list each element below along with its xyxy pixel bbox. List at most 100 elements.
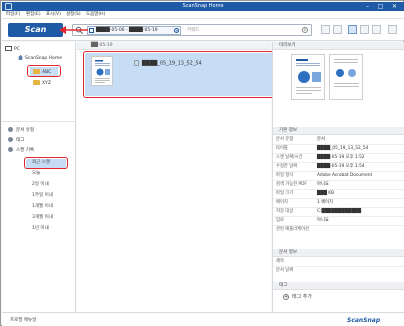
tag-icon xyxy=(8,137,13,142)
divider xyxy=(273,153,404,154)
preview-image-2 xyxy=(334,59,359,87)
history-item[interactable]: 3개월 이내 xyxy=(32,215,53,221)
prop-label: 관련 애플리케이션 xyxy=(276,227,309,232)
section-scan-history[interactable]: 스캔 기록 xyxy=(8,147,34,154)
divider xyxy=(273,266,404,267)
divider xyxy=(2,121,76,122)
search-clear-icon[interactable]: × xyxy=(302,27,308,33)
panel-toggle-icon[interactable] xyxy=(388,25,397,34)
prop-label: 페이지 xyxy=(276,200,288,205)
preview-image xyxy=(296,59,321,94)
divider xyxy=(273,225,404,226)
menu-edit[interactable]: 편집(E) xyxy=(26,12,41,18)
tree-folder-xyz[interactable]: XYZ xyxy=(33,80,51,87)
search-placeholder: 키워드 xyxy=(187,28,200,33)
menu-help[interactable]: 도움말(H) xyxy=(86,12,105,18)
calendar-icon xyxy=(89,28,94,33)
prop-label: 스캔 날짜/시간 xyxy=(276,155,303,160)
menu-bar: 파일(F) 편집(E) 표시(V) 설정(S) 도움말(H) xyxy=(2,11,404,19)
section-tags[interactable]: 태그 xyxy=(8,137,24,144)
window-title: ScanSnap Home xyxy=(182,3,224,9)
prop-label: 수정한 날짜 xyxy=(276,164,298,169)
folder-tree-panel: PC ScanSnap Home ABC XYZ 문서 유형 태그 스캔 기록 … xyxy=(2,42,76,326)
prop-label: 문서 유형 xyxy=(276,137,294,142)
basic-info-header[interactable]: 기본 정보 xyxy=(273,127,404,135)
section-document-type[interactable]: 문서 유형 xyxy=(8,127,34,134)
app-window: ScanSnap Home – □ ✕ 파일(F) 편집(E) 표시(V) 설정… xyxy=(0,0,404,326)
toolbar-action-icon-2[interactable] xyxy=(333,25,342,34)
divider xyxy=(273,216,404,217)
maximize-button[interactable]: □ xyxy=(375,2,386,11)
prop-label: 제목 xyxy=(276,259,284,264)
history-item[interactable]: 오늘 xyxy=(32,171,40,177)
computer-icon xyxy=(5,46,12,51)
history-icon xyxy=(8,147,13,152)
callout-box-folder xyxy=(27,65,61,77)
menu-file[interactable]: 파일(F) xyxy=(6,12,20,18)
detail-view-icon[interactable] xyxy=(372,25,381,34)
divider xyxy=(273,162,404,163)
divider xyxy=(273,189,404,190)
prop-label: 검색 가능한 PDF xyxy=(276,182,307,187)
prop-label: 문서 날짜 xyxy=(276,268,294,273)
close-button[interactable]: ✕ xyxy=(389,2,400,11)
status-bar: 프로필 매뉴얼 xyxy=(2,312,404,326)
preview-page-1[interactable] xyxy=(291,54,325,100)
scan-button[interactable]: Scan xyxy=(8,23,63,37)
profile-manual-link[interactable]: 프로필 매뉴얼 xyxy=(10,317,36,323)
divider xyxy=(273,198,404,199)
prop-value: ███ KB xyxy=(317,191,335,196)
prop-label: 파일 형식 xyxy=(276,173,294,178)
tag-header[interactable]: 태그 xyxy=(273,282,404,290)
divider xyxy=(273,207,404,208)
tree-pc[interactable]: PC xyxy=(5,46,20,53)
date-clear-icon[interactable]: × xyxy=(174,28,179,33)
preview-page-2[interactable] xyxy=(329,54,363,100)
history-item[interactable]: 1개월 이내 xyxy=(32,204,53,210)
list-view-icon[interactable] xyxy=(348,25,357,34)
prop-value: 아니요 xyxy=(317,218,329,223)
tree-scansnap-home[interactable]: ScanSnap Home xyxy=(18,55,62,62)
divider xyxy=(273,171,404,172)
grid-view-icon[interactable] xyxy=(360,25,369,34)
toolbar-action-icon[interactable] xyxy=(321,25,330,34)
prop-label: 저장 대상 xyxy=(276,209,294,214)
prop-value: ████-05-19 오후 1:54 xyxy=(317,164,365,169)
doc-info-header[interactable]: 문서 정보 xyxy=(273,249,404,257)
history-item[interactable]: 1년 이내 xyxy=(32,226,49,232)
title-bar: ScanSnap Home – □ ✕ xyxy=(2,2,404,11)
history-item[interactable]: 1주일 이내 xyxy=(32,193,53,199)
add-tag-button[interactable]: + 태그 추가 xyxy=(283,293,312,300)
prop-value: ████-05-19 오후 1:52 xyxy=(317,155,365,160)
prop-value: 1 페이지 xyxy=(317,200,333,205)
callout-box-history xyxy=(24,157,68,169)
document-list-panel: ██-05-19 ████_05_19_13_52_54 xyxy=(77,42,276,326)
prop-value: Adobe Acrobat Document xyxy=(317,173,373,178)
prop-value: C:████████████ xyxy=(317,209,362,214)
callout-box-document xyxy=(83,51,276,98)
search-box[interactable]: ████-05-06 - ████-05-19 × 키워드 × xyxy=(72,24,312,36)
prop-label: 타이틀 xyxy=(276,146,288,151)
brand-logo: ScanSnap xyxy=(347,317,381,324)
prop-value: 아니요 xyxy=(317,182,329,187)
document-type-icon xyxy=(8,127,13,132)
group-date-label: ██-05-19 xyxy=(91,43,113,48)
history-item[interactable]: 2일 이내 xyxy=(32,182,49,188)
list-group-header: ██-05-19 xyxy=(77,42,271,50)
callout-arrow xyxy=(59,26,88,34)
folder-icon xyxy=(33,80,40,85)
minimize-button[interactable]: – xyxy=(362,2,373,11)
date-range-field[interactable]: ████-05-06 - ████-05-19 × xyxy=(87,26,181,35)
menu-view[interactable]: 표시(V) xyxy=(46,12,61,18)
properties-panel: 미리보기 기본 정보 문서 유형 문서 타이틀 ████_05_19_13_52… xyxy=(272,42,404,326)
date-range-text: ████-05-06 - ████-05-19 xyxy=(96,28,158,33)
prop-value: 문서 xyxy=(317,137,325,142)
plus-icon: + xyxy=(283,294,289,300)
home-icon xyxy=(18,55,23,60)
divider xyxy=(273,180,404,181)
menu-settings[interactable]: 설정(S) xyxy=(66,12,81,18)
prop-value[interactable]: ████_05_19_13_52_54 xyxy=(317,146,368,152)
prop-label: 파일 크기 xyxy=(276,191,294,196)
prop-label: 업로 xyxy=(276,218,284,223)
preview-header[interactable]: 미리보기 xyxy=(273,42,404,50)
